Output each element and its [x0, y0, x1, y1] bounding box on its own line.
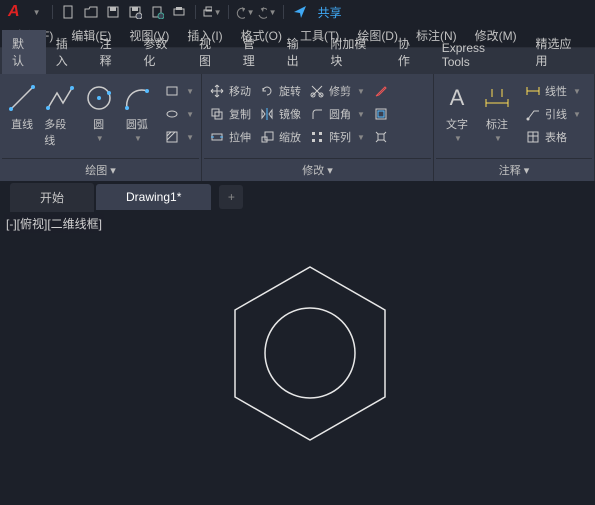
ribbon-tabs: 默认 插入 注释 参数化 视图 管理 输出 附加模块 协作 Express To… [0, 48, 595, 74]
copy-button[interactable]: 复制 [206, 103, 254, 125]
mirror-button[interactable]: 镜像 [256, 103, 304, 125]
move-icon [209, 83, 225, 99]
ribbon: 直线 多段线 圆 ▼ 圆弧 ▼ ▼ ▼ ▼ 绘图 ▾ [0, 74, 595, 182]
ellipse-icon [164, 106, 180, 122]
rtab-view[interactable]: 视图 [189, 30, 233, 74]
rtab-addon[interactable]: 附加模块 [320, 30, 388, 74]
circle-icon [83, 82, 115, 114]
rtab-featured[interactable]: 精选应用 [525, 30, 593, 74]
line-label: 直线 [11, 116, 33, 132]
circle-button[interactable]: 圆 ▼ [81, 80, 117, 145]
rtab-insert[interactable]: 插入 [46, 30, 90, 74]
modify-extra2[interactable] [370, 103, 392, 125]
text-button[interactable]: A 文字 ▼ [438, 80, 476, 145]
stretch-icon [209, 129, 225, 145]
drawing-content [200, 252, 420, 452]
new-icon[interactable] [59, 2, 79, 22]
rect-icon [164, 83, 180, 99]
fillet-button[interactable]: 圆角▼ [306, 103, 368, 125]
arc-button[interactable]: 圆弧 ▼ [119, 80, 155, 145]
text-icon: A [441, 82, 473, 114]
rtab-annotate[interactable]: 注释 [90, 30, 134, 74]
polyline-icon [44, 82, 76, 114]
text-label: 文字 [446, 116, 468, 132]
hatch-icon [164, 129, 180, 145]
draw-panel-title[interactable]: 绘图 ▾ [2, 158, 199, 181]
modify-extra3[interactable] [370, 126, 392, 148]
rtab-output[interactable]: 输出 [277, 30, 321, 74]
line-icon [6, 82, 38, 114]
misc-draw2[interactable]: ▼ [161, 103, 197, 125]
saveas-icon[interactable] [125, 2, 145, 22]
explode-icon [373, 129, 389, 145]
dim-label: 标注 [486, 116, 508, 132]
drawing-canvas[interactable]: [-][俯视][二维线框] [0, 212, 595, 505]
rotate-icon [259, 83, 275, 99]
copy-icon [209, 106, 225, 122]
rtab-default[interactable]: 默认 [2, 30, 46, 74]
dim-icon [481, 82, 513, 114]
leader-button[interactable]: 引线▼ [522, 103, 584, 125]
stretch-button[interactable]: 拉伸 [206, 126, 254, 148]
line-button[interactable]: 直线 [4, 80, 40, 134]
open-icon[interactable] [81, 2, 101, 22]
chevron-down-icon: ▼ [96, 134, 104, 143]
divider [52, 5, 53, 19]
undo-icon[interactable]: ▼ [235, 2, 255, 22]
modify-extra1[interactable] [370, 80, 392, 102]
mirror-icon [259, 106, 275, 122]
chevron-down-icon: ▼ [454, 134, 462, 143]
trim-button[interactable]: 修剪▼ [306, 80, 368, 102]
arc-icon [121, 82, 153, 114]
modify-panel-title[interactable]: 修改 ▾ [204, 158, 431, 181]
arc-label: 圆弧 [126, 116, 148, 132]
save-icon[interactable] [103, 2, 123, 22]
misc-draw3[interactable]: ▼ [161, 126, 197, 148]
svg-text:A: A [450, 85, 465, 110]
doc-tab-drawing[interactable]: Drawing1* [96, 184, 211, 210]
linetype-button[interactable]: 线性▼ [522, 80, 584, 102]
dim-button[interactable]: 标注 ▼ [478, 80, 516, 145]
doc-tab-start[interactable]: 开始 [10, 183, 94, 212]
fillet-icon [309, 106, 325, 122]
rtab-express[interactable]: Express Tools [432, 36, 526, 74]
annotate-panel-title[interactable]: 注释 ▾ [436, 158, 592, 181]
plot-icon[interactable] [169, 2, 189, 22]
share-icon[interactable] [290, 2, 310, 22]
app-logo: A [4, 3, 24, 21]
rtab-manage[interactable]: 管理 [233, 30, 277, 74]
trim-icon [309, 83, 325, 99]
web-icon[interactable] [147, 2, 167, 22]
doc-tabs: 开始 Drawing1* + [0, 182, 595, 212]
redo-icon[interactable]: ▼ [257, 2, 277, 22]
array-button[interactable]: 阵列▼ [306, 126, 368, 148]
polyline-button[interactable]: 多段线 [42, 80, 78, 150]
leader-icon [525, 106, 541, 122]
divider [283, 5, 284, 19]
pencil-icon [373, 83, 389, 99]
array-icon [309, 129, 325, 145]
print-icon[interactable]: ▼ [202, 2, 222, 22]
new-tab-button[interactable]: + [219, 185, 243, 209]
table-button[interactable]: 表格 [522, 126, 584, 148]
rtab-param[interactable]: 参数化 [133, 30, 189, 74]
viewport-label[interactable]: [-][俯视][二维线框] [4, 214, 104, 233]
scale-icon [259, 129, 275, 145]
rotate-button[interactable]: 旋转 [256, 80, 304, 102]
linetype-icon [525, 83, 541, 99]
misc-draw1[interactable]: ▼ [161, 80, 197, 102]
chevron-down-icon: ▼ [134, 134, 142, 143]
polyline-label: 多段线 [44, 116, 76, 148]
share-label[interactable]: 共享 [318, 4, 342, 21]
rtab-collab[interactable]: 协作 [388, 30, 432, 74]
chevron-down-icon: ▼ [494, 134, 502, 143]
move-button[interactable]: 移动 [206, 80, 254, 102]
table-icon [525, 129, 541, 145]
dropdown-icon[interactable]: ▼ [26, 2, 46, 22]
circle-label: 圆 [93, 116, 104, 132]
divider [228, 5, 229, 19]
offset-icon [373, 106, 389, 122]
scale-button[interactable]: 缩放 [256, 126, 304, 148]
divider [195, 5, 196, 19]
